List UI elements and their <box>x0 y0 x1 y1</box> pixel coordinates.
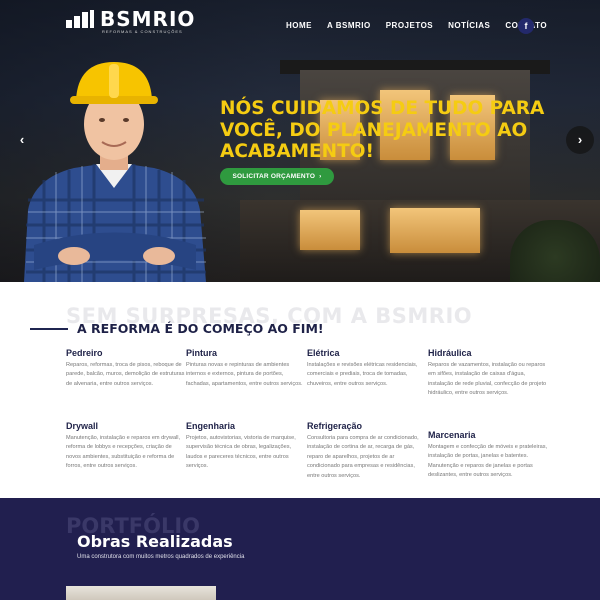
service-card-pintura: Pintura Pinturas novas e repinturas de a… <box>186 348 306 389</box>
service-card-eletrica: Elétrica Instalações e revisões elétrica… <box>307 348 427 389</box>
section-divider <box>30 328 68 330</box>
logo-text: BSMRIO <box>100 7 196 31</box>
service-text: Montagem e confecção de móveis e pratele… <box>428 444 548 479</box>
service-text: Projetos, autovistorias, vistoria de mar… <box>186 435 296 470</box>
service-title: Drywall <box>66 421 99 431</box>
services-section: SEM SURPRESAS, COM A BSMRIO A REFORMA É … <box>0 282 600 498</box>
logo-subtitle: REFORMAS & CONSTRUÇÕES <box>102 29 183 34</box>
portfolio-thumbnail[interactable] <box>66 586 216 600</box>
service-card-hidraulica: Hidráulica Reparos de vazamentos, instal… <box>428 348 548 399</box>
logo[interactable]: BSMRIO REFORMAS & CONSTRUÇÕES <box>66 7 196 34</box>
service-text: Pinturas novas e repinturas de ambientes… <box>186 362 303 387</box>
hero-headline-line: ACABAMENTO! <box>220 141 374 162</box>
nav-about[interactable]: A BSMRIO <box>327 21 371 30</box>
facebook-icon[interactable]: f <box>518 18 534 34</box>
request-quote-label: SOLICITAR ORÇAMENTO <box>232 173 316 180</box>
services-title: A REFORMA É DO COMEÇO AO FIM! <box>77 321 324 336</box>
service-title: Marcenaria <box>428 430 476 440</box>
service-text: Consultoria para compra de ar condiciona… <box>307 435 419 479</box>
service-title: Elétrica <box>307 348 340 358</box>
service-card-engenharia: Engenharia Projetos, autovistorias, vist… <box>186 421 306 472</box>
tree <box>510 220 600 282</box>
service-card-drywall: Drywall Manutenção, instalação e reparos… <box>66 421 186 472</box>
portfolio-title: Obras Realizadas <box>77 532 233 551</box>
nav-projects[interactable]: PROJETOS <box>386 21 433 30</box>
nav-news[interactable]: NOTÍCIAS <box>448 21 490 30</box>
service-card-refrigeracao: Refrigeração Consultoria para compra de … <box>307 421 427 481</box>
request-quote-button[interactable]: SOLICITAR ORÇAMENTO › <box>220 168 334 185</box>
hero-headline-line: VOCÊ, DO PLANEJAMENTO AO <box>220 119 528 141</box>
logo-icon <box>66 10 96 28</box>
service-card-pedreiro: Pedreiro Reparos, reformas, troca de pis… <box>66 348 186 389</box>
portfolio-section: PORTFÓLIO Obras Realizadas Uma construto… <box>0 498 600 600</box>
service-text: Reparos, reformas, troca de pisos, reboq… <box>66 362 185 387</box>
service-text: Reparos de vazamentos, instalação ou rep… <box>428 362 547 397</box>
service-title: Engenharia <box>186 421 236 431</box>
service-title: Pedreiro <box>66 348 103 358</box>
service-title: Hidráulica <box>428 348 472 358</box>
service-text: Manutenção, instalação e reparos em dryw… <box>66 435 181 470</box>
hero-headline-line: NÓS CUIDAMOS DE TUDO PARA <box>220 98 545 119</box>
slider-next-arrow-icon[interactable]: › <box>566 126 594 154</box>
nav-home[interactable]: HOME <box>286 21 312 30</box>
worker-image <box>24 62 206 282</box>
service-text: Instalações e revisões elétricas residen… <box>307 362 418 387</box>
slider-prev-arrow-icon[interactable]: ‹ <box>8 126 36 154</box>
hero-banner: BSMRIO REFORMAS & CONSTRUÇÕES HOME A BSM… <box>0 0 600 282</box>
service-title: Pintura <box>186 348 218 358</box>
portfolio-subtitle: Uma construtora com muitos metros quadra… <box>77 554 245 560</box>
hero-headline: NÓS CUIDAMOS DE TUDO PARA VOCÊ, DO PLANE… <box>220 98 545 163</box>
service-title: Refrigeração <box>307 421 363 431</box>
chevron-right-icon: › <box>317 173 322 180</box>
service-card-marcenaria: Marcenaria Montagem e confecção de móvei… <box>428 430 548 481</box>
